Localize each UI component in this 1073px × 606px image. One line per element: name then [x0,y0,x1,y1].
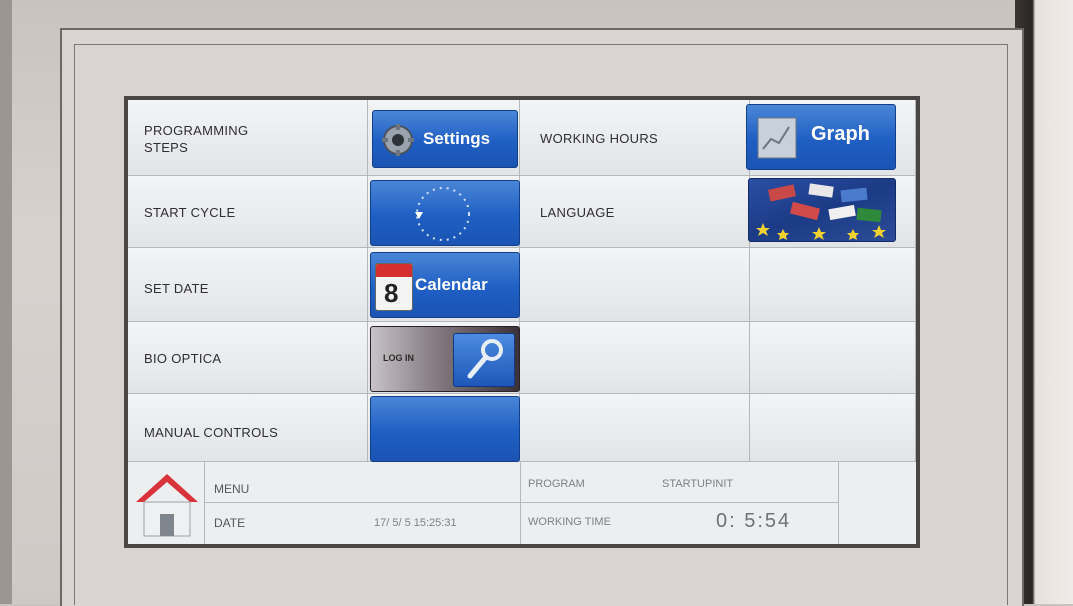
set-date-label: SET DATE [144,281,209,296]
menu-item-bio-optica[interactable]: BIO OPTICA [128,322,368,394]
date-label: DATE [214,516,246,530]
empty-cell [520,248,750,322]
working-time-label: WORKING TIME [528,516,611,528]
menu-item-programming-steps[interactable]: PROGRAMMING STEPS [128,100,368,176]
language-button[interactable] [748,178,896,242]
programming-steps-label: PROGRAMMING STEPS [144,123,249,155]
home-button[interactable] [128,462,205,544]
menu-item-manual-controls[interactable]: MANUAL CONTROLS [128,394,368,462]
manual-controls-label: MANUAL CONTROLS [144,425,279,440]
calendar-button[interactable]: 8 Calendar [370,252,520,318]
home-icon [136,474,198,537]
status-bar: MENU DATE 17/ 5/ 5 15:25:31 PROGRAM STAR… [128,462,916,544]
graph-button[interactable]: Graph [746,104,896,170]
key-icon [453,333,515,387]
log-in-label: LOG IN [383,353,414,363]
wall-left [0,0,12,604]
calendar-icon: 8 [375,263,413,311]
settings-button[interactable]: Settings [372,110,518,168]
status-date-row: DATE 17/ 5/ 5 15:25:31 [204,502,521,544]
menu-item-set-date[interactable]: SET DATE [128,248,368,322]
date-value: 17/ 5/ 5 15:25:31 [374,517,457,529]
start-cycle-label: START CYCLE [144,205,236,220]
settings-label: Settings [423,129,491,148]
empty-cell [750,394,916,462]
gear-icon [382,124,414,156]
working-hours-label: WORKING HOURS [540,131,659,146]
start-cycle-button[interactable] [370,180,520,246]
menu-item-start-cycle[interactable]: START CYCLE [128,176,368,248]
cycle-icon [415,187,470,241]
working-time-value: 0: 5:54 [716,510,792,532]
bio-optica-label: BIO OPTICA [144,351,222,366]
empty-cell [750,322,916,394]
menu-item-language[interactable]: LANGUAGE [520,176,750,248]
empty-cell [750,248,916,322]
manual-controls-button[interactable] [370,396,520,462]
status-menu-row: MENU [204,462,521,503]
calendar-day: 8 [384,278,399,308]
log-in-button[interactable]: LOG IN [370,326,520,392]
flags-icon [756,183,886,240]
menu-item-working-hours[interactable]: WORKING HOURS [520,100,750,176]
empty-cell [520,322,750,394]
calendar-label: Calendar [415,275,488,294]
touch-screen: PROGRAMMING STEPS START CYCLE SET DATE B… [124,96,920,548]
menu-label: MENU [214,482,250,496]
program-value: STARTUPINIT [662,478,734,490]
empty-cell [520,394,750,462]
graph-label: Graph [811,123,870,145]
status-working-time-row: WORKING TIME 0: 5:54 [520,502,839,544]
language-label: LANGUAGE [540,205,615,220]
program-label: PROGRAM [528,478,585,490]
chart-icon [757,117,797,159]
status-program-row: PROGRAM STARTUPINIT [520,462,839,503]
